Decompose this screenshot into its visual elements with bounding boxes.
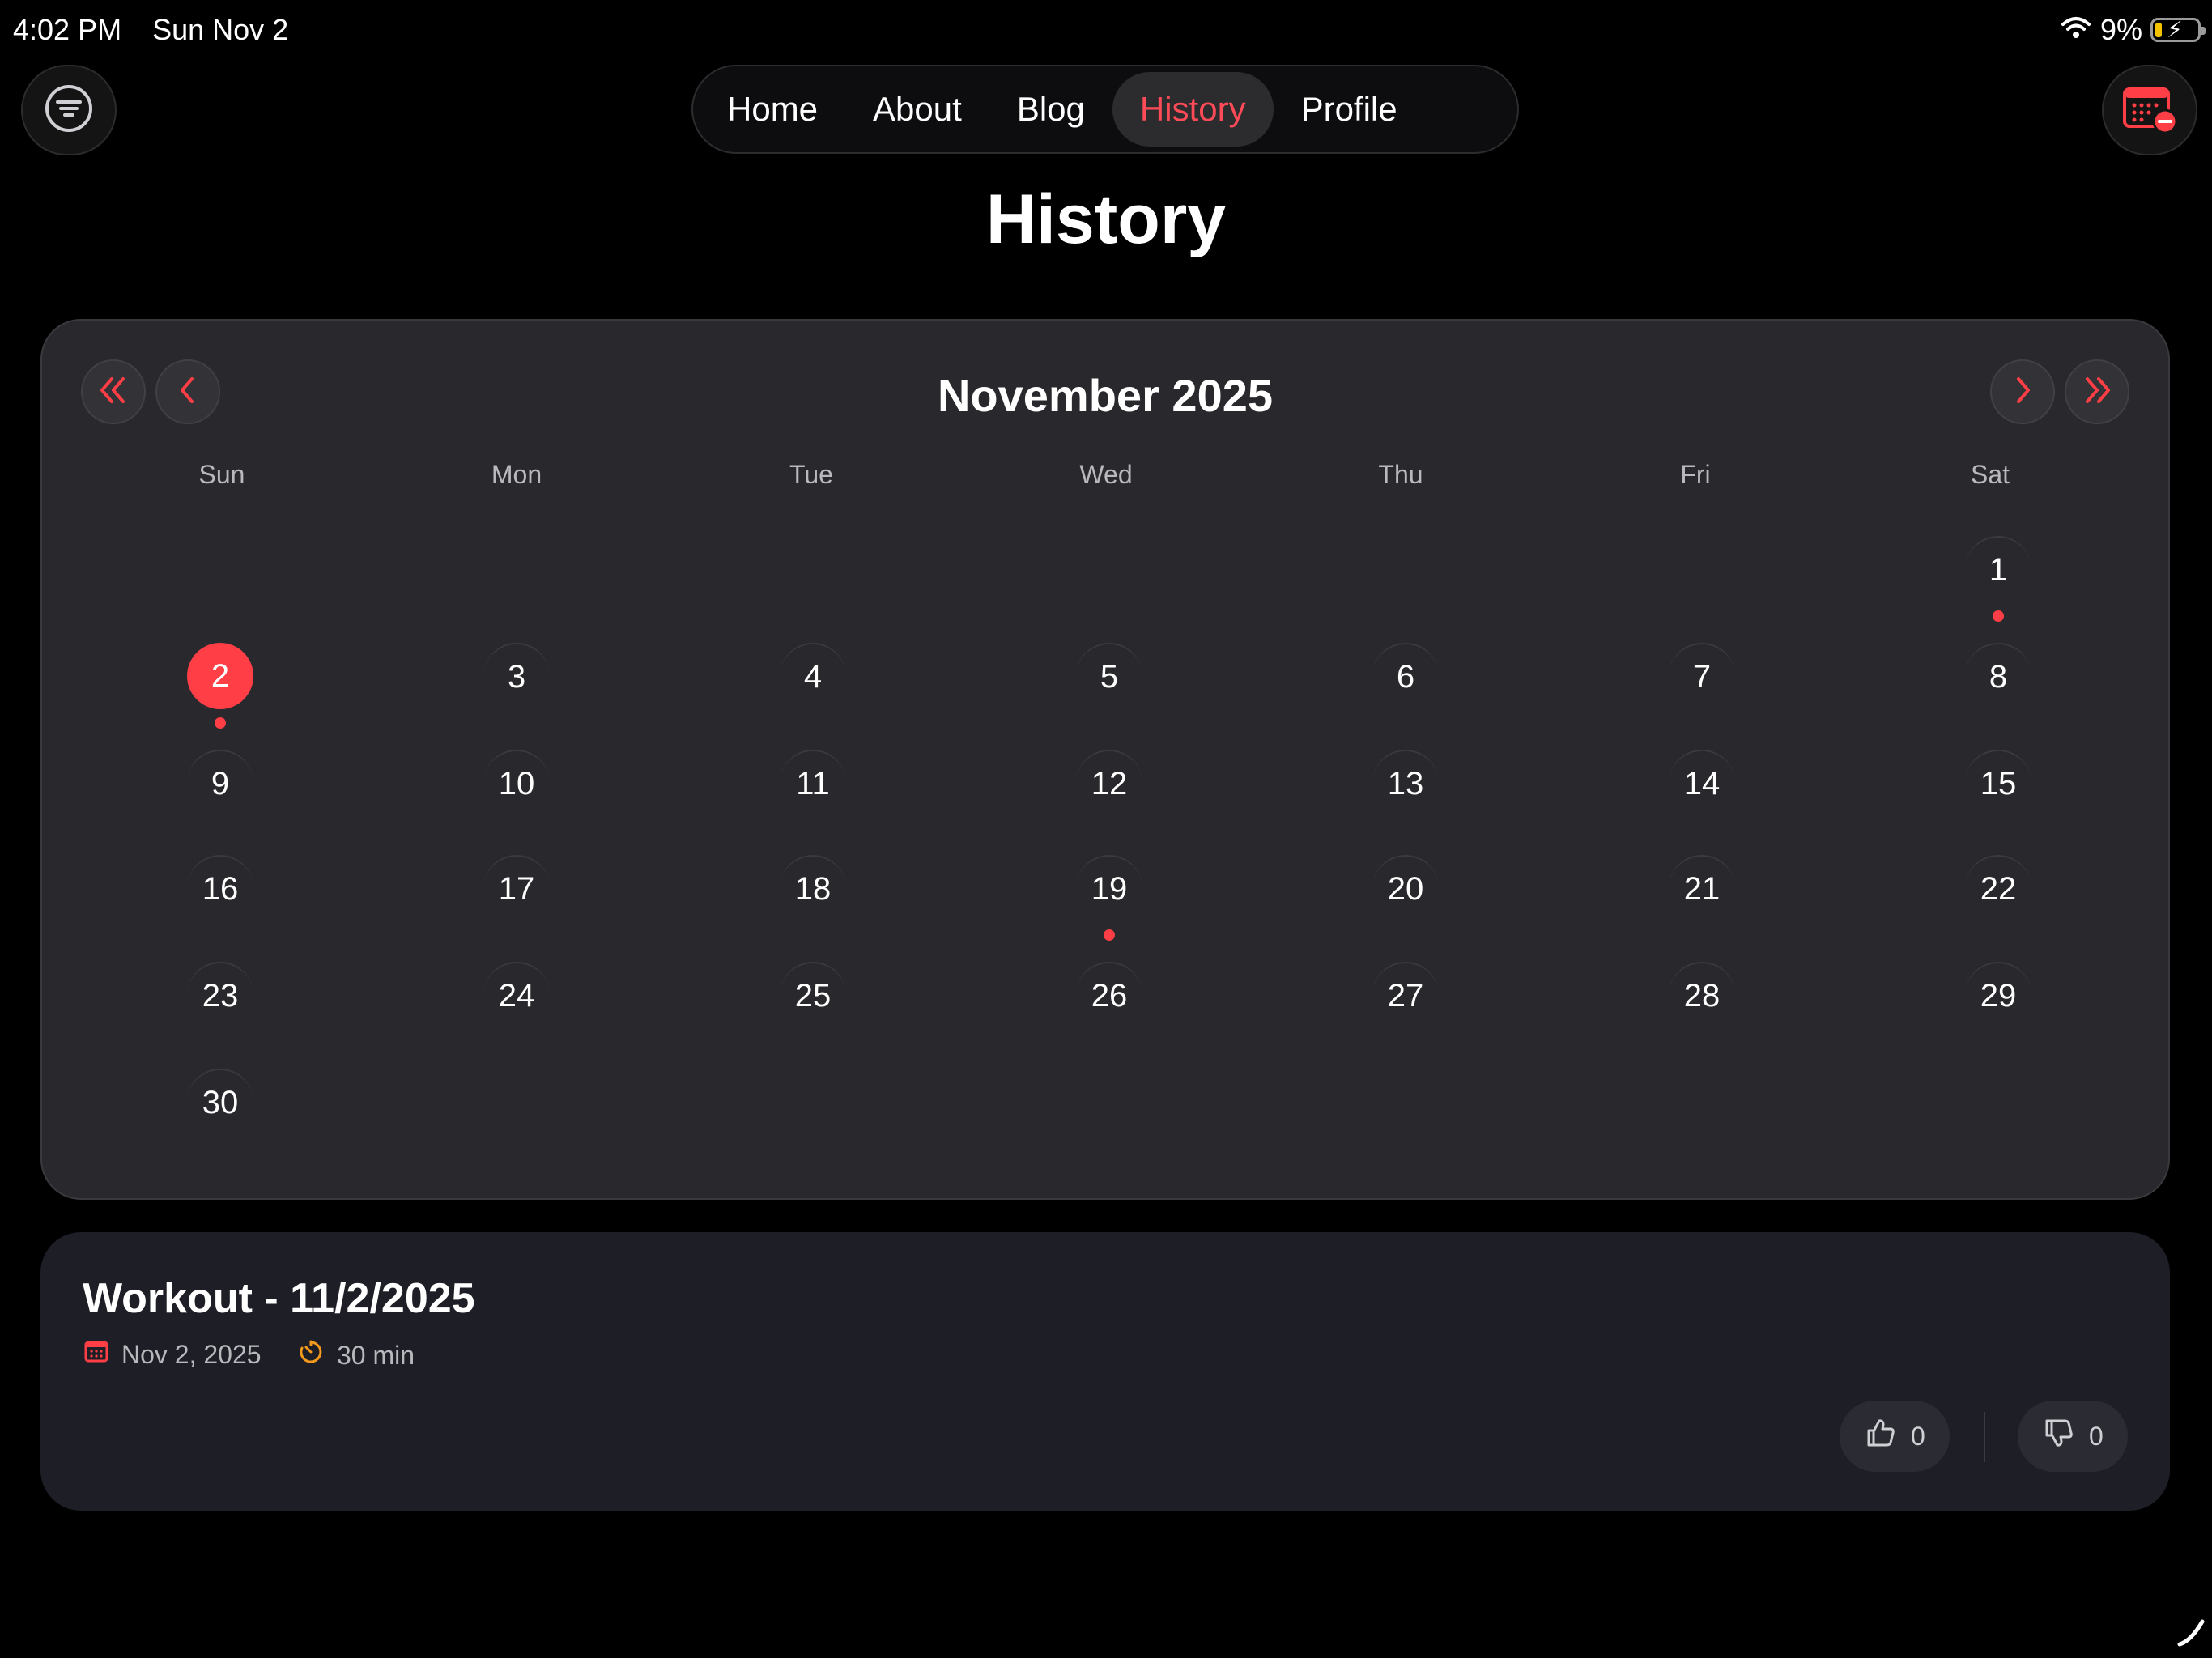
calendar-day[interactable]: 6	[1372, 643, 1439, 709]
workout-date: Nov 2, 2025	[84, 1339, 262, 1370]
status-bar-right: 9% ⚡	[2060, 13, 2206, 47]
page-title: History	[985, 181, 1227, 258]
weekday-sun: Sun	[198, 460, 245, 489]
status-bar-left: 4:02 PM Sun Nov 2	[13, 13, 311, 47]
filter-icon	[44, 83, 94, 138]
weekday-sat: Sat	[1970, 460, 2010, 489]
calendar-day[interactable]: 25	[780, 962, 846, 1028]
calendar-day[interactable]: 28	[1669, 962, 1735, 1028]
calendar-day[interactable]: 9	[187, 750, 253, 816]
calendar-remove-icon	[2121, 83, 2178, 138]
calendar-day[interactable]: 11	[780, 750, 846, 816]
status-date: Sun Nov 2	[152, 13, 289, 46]
calendar-card: November 2025 Sun Mon Tue Wed Thu Fri Sa…	[40, 319, 2170, 1200]
vote-divider	[1984, 1412, 1985, 1462]
dislike-button[interactable]: 0	[2018, 1401, 2128, 1472]
calendar-remove-button[interactable]	[2102, 65, 2197, 155]
calendar-day[interactable]: 3	[483, 643, 550, 709]
status-time: 4:02 PM	[13, 13, 122, 46]
battery-percent: 9%	[2099, 13, 2142, 46]
main-nav: Home About Blog History Profile	[691, 65, 1519, 154]
chevron-right-icon	[2010, 374, 2035, 410]
workout-title: Workout - 11/2/2025	[83, 1275, 475, 1322]
calendar-day[interactable]: 29	[1965, 962, 2031, 1028]
workout-duration: 30 min	[298, 1339, 415, 1371]
weekday-wed: Wed	[1079, 460, 1133, 489]
thumbs-down-icon	[2042, 1416, 2076, 1456]
like-count: 0	[1911, 1421, 1925, 1451]
calendar-day[interactable]: 14	[1669, 750, 1735, 816]
calendar-day[interactable]: 17	[483, 855, 550, 921]
weekday-tue: Tue	[789, 460, 833, 489]
calendar-day[interactable]: 8	[1965, 643, 2031, 709]
calendar-day[interactable]: 15	[1965, 750, 2031, 816]
nav-about[interactable]: About	[845, 72, 989, 147]
calendar-day[interactable]: 5	[1076, 643, 1142, 709]
filter-button[interactable]	[21, 65, 117, 155]
calendar-day[interactable]: 22	[1965, 855, 2031, 921]
like-button[interactable]: 0	[1840, 1401, 1950, 1472]
calendar-day[interactable]: 30	[187, 1069, 253, 1135]
calendar-icon	[84, 1339, 108, 1370]
timer-icon	[298, 1339, 324, 1371]
calendar-day[interactable]: 4	[780, 643, 846, 709]
calendar-day[interactable]: 24	[483, 962, 550, 1028]
calendar-day[interactable]: 13	[1372, 750, 1439, 816]
calendar-day[interactable]: 10	[483, 750, 550, 816]
calendar-day[interactable]: 19	[1076, 855, 1142, 921]
next-year-button[interactable]	[2065, 359, 2129, 424]
wifi-icon	[2060, 13, 2092, 47]
calendar-day[interactable]: 27	[1372, 962, 1439, 1028]
calendar-day[interactable]: 21	[1669, 855, 1735, 921]
pencil-hover-icon	[2175, 1617, 2207, 1653]
workout-indicator-dot	[1104, 929, 1115, 941]
weekday-mon: Mon	[491, 460, 542, 489]
nav-blog[interactable]: Blog	[989, 72, 1112, 147]
calendar-day[interactable]: 2	[187, 643, 253, 709]
battery-icon: ⚡	[2150, 18, 2206, 42]
nav-history[interactable]: History	[1112, 72, 1274, 147]
double-chevron-right-icon	[2079, 374, 2115, 410]
thumbs-up-icon	[1864, 1416, 1898, 1456]
calendar-day[interactable]: 23	[187, 962, 253, 1028]
workout-card[interactable]: Workout - 11/2/2025 Nov 2, 2025 30 min 0…	[40, 1232, 2170, 1511]
nav-profile[interactable]: Profile	[1274, 72, 1425, 147]
workout-indicator-dot	[1993, 610, 2004, 622]
calendar-day[interactable]: 26	[1076, 962, 1142, 1028]
calendar-day[interactable]: 18	[780, 855, 846, 921]
calendar-day[interactable]: 20	[1372, 855, 1439, 921]
workout-duration-text: 30 min	[337, 1340, 415, 1370]
calendar-day[interactable]: 12	[1076, 750, 1142, 816]
calendar-day[interactable]: 16	[187, 855, 253, 921]
calendar-month-label: November 2025	[937, 370, 1273, 421]
next-month-button[interactable]	[1990, 359, 2055, 424]
workout-indicator-dot	[215, 717, 226, 729]
calendar-day[interactable]: 7	[1669, 643, 1735, 709]
nav-home[interactable]: Home	[700, 72, 845, 147]
workout-date-text: Nov 2, 2025	[121, 1339, 262, 1369]
dislike-count: 0	[2089, 1421, 2104, 1451]
weekday-thu: Thu	[1378, 460, 1423, 489]
calendar-day[interactable]: 1	[1965, 536, 2031, 602]
weekday-fri: Fri	[1680, 460, 1711, 489]
